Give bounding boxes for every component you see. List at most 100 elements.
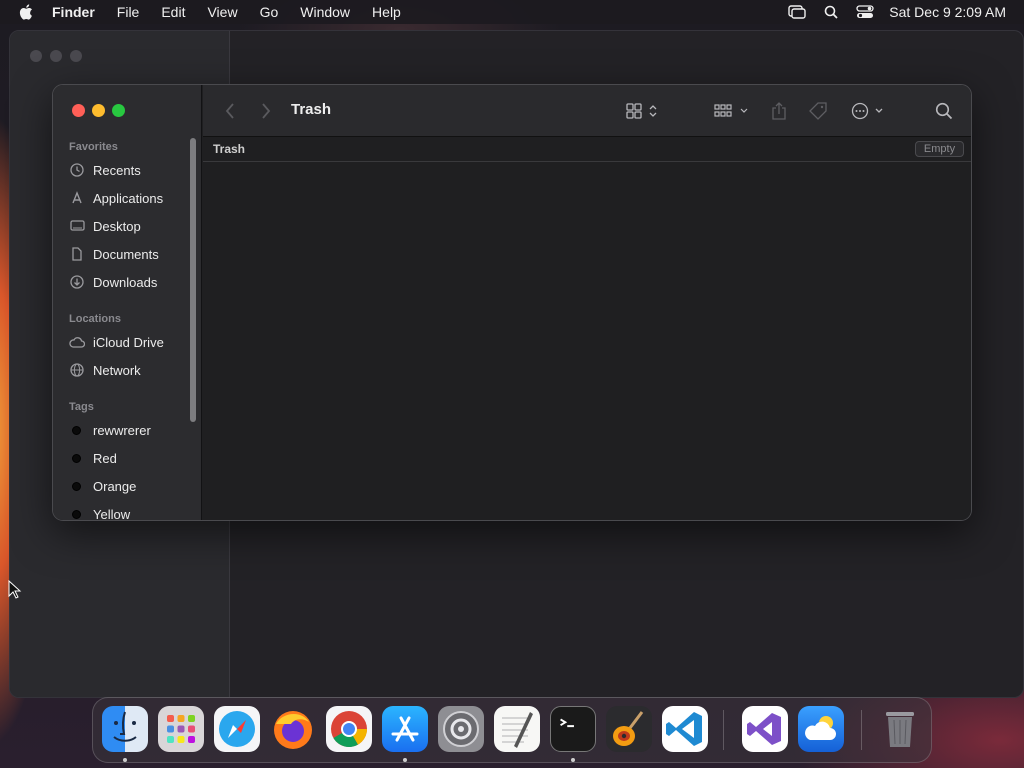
inactive-minimize-button[interactable]: [50, 50, 62, 62]
inactive-zoom-button[interactable]: [70, 50, 82, 62]
dock-separator: [861, 710, 862, 750]
dock-weather-icon[interactable]: [798, 706, 844, 752]
zoom-button[interactable]: [112, 104, 125, 117]
finder-sidebar: Favorites Recents Applications Desktop D…: [53, 85, 202, 520]
dock-vscode-icon[interactable]: [662, 706, 708, 752]
dock-system-settings-icon[interactable]: [438, 706, 484, 752]
dock-textedit-icon[interactable]: [494, 706, 540, 752]
sidebar-item-label: iCloud Drive: [93, 334, 164, 350]
menu-app-finder[interactable]: Finder: [52, 4, 95, 20]
dock-terminal-icon[interactable]: [550, 706, 596, 752]
sidebar-item-tag-orange[interactable]: Orange: [69, 475, 191, 497]
menu-edit[interactable]: Edit: [161, 4, 185, 20]
sidebar-item-label: Desktop: [93, 218, 141, 234]
dock-safari-icon[interactable]: [214, 706, 260, 752]
group-grid-icon: [714, 104, 748, 117]
menu-bar-clock[interactable]: Sat Dec 9 2:09 AM: [889, 4, 1006, 20]
search-button[interactable]: [935, 101, 953, 121]
sidebar-item-label: Red: [93, 450, 117, 466]
inactive-close-button[interactable]: [30, 50, 42, 62]
document-icon: [69, 246, 85, 262]
tag-icon: [809, 102, 827, 120]
running-indicator: [571, 758, 575, 762]
sidebar-item-desktop[interactable]: Desktop: [69, 215, 191, 237]
sidebar-section-locations: Locations: [69, 313, 121, 325]
sidebar-item-tag-red[interactable]: Red: [69, 447, 191, 469]
sidebar-item-label: Network: [93, 362, 141, 378]
group-by-button[interactable]: [713, 101, 751, 121]
sidebar-item-label: Yellow: [93, 506, 131, 521]
sidebar-scrollbar[interactable]: [190, 138, 196, 422]
tag-color-dot: [72, 481, 81, 491]
download-icon: [69, 274, 85, 290]
sidebar-item-recents[interactable]: Recents: [69, 159, 191, 181]
minimize-button[interactable]: [92, 104, 105, 117]
icon-grid-icon: [626, 103, 657, 119]
tag-color-dot: [72, 425, 81, 435]
action-menu-button[interactable]: [851, 101, 887, 121]
sidebar-item-label: Downloads: [93, 274, 158, 290]
window-title: Trash: [291, 101, 332, 118]
sidebar-item-downloads[interactable]: Downloads: [69, 271, 191, 293]
screen-mirroring-icon[interactable]: [787, 4, 807, 20]
sidebar-item-label: Recents: [93, 162, 141, 178]
sidebar-section-tags: Tags: [69, 401, 94, 413]
sidebar-item-label: Orange: [93, 478, 137, 494]
dock-chrome-icon[interactable]: [326, 706, 372, 752]
spotlight-search-icon[interactable]: [821, 4, 841, 20]
dock-separator: [723, 710, 724, 750]
menu-view[interactable]: View: [207, 4, 237, 20]
forward-button[interactable]: [261, 101, 271, 121]
menu-file[interactable]: File: [117, 4, 140, 20]
share-button[interactable]: [771, 101, 787, 121]
running-indicator: [403, 758, 407, 762]
sidebar-item-icloud-drive[interactable]: iCloud Drive: [69, 331, 191, 353]
dock-launchpad-icon[interactable]: [158, 706, 204, 752]
sidebar-item-applications[interactable]: Applications: [69, 187, 191, 209]
finder-toolbar: Trash: [203, 85, 971, 137]
mouse-cursor-icon: [8, 580, 22, 599]
menu-go[interactable]: Go: [260, 4, 279, 20]
apple-logo-icon[interactable]: [18, 3, 36, 21]
sidebar-item-label: Documents: [93, 246, 159, 262]
window-traffic-lights: [72, 104, 132, 117]
dock-firefox-icon[interactable]: [270, 706, 316, 752]
dock-garageband-icon[interactable]: [606, 706, 652, 752]
chevron-right-icon: [262, 103, 271, 119]
tag-color-dot: [72, 453, 81, 463]
ellipsis-circle-icon: [851, 102, 883, 120]
applications-icon: [69, 190, 85, 206]
file-list-area[interactable]: [203, 163, 971, 520]
close-button[interactable]: [72, 104, 85, 117]
path-bar: Trash Empty: [203, 138, 971, 162]
chevron-left-icon: [225, 103, 234, 119]
menu-bar: Finder File Edit View Go Window Help Sat…: [0, 0, 1024, 24]
view-mode-button[interactable]: [625, 101, 661, 121]
share-icon: [772, 102, 786, 120]
sidebar-section-favorites: Favorites: [69, 141, 118, 153]
menu-help[interactable]: Help: [372, 4, 401, 20]
dock-app-store-icon[interactable]: [382, 706, 428, 752]
sidebar-item-label: rewwrerer: [93, 422, 151, 438]
running-indicator: [123, 758, 127, 762]
control-center-icon[interactable]: [855, 4, 875, 20]
sidebar-item-tag-yellow[interactable]: Yellow: [69, 503, 191, 521]
menu-window[interactable]: Window: [300, 4, 350, 20]
empty-trash-button[interactable]: Empty: [915, 141, 964, 157]
dock-trash-icon[interactable]: [877, 706, 923, 752]
cloud-icon: [69, 334, 85, 350]
dock: [92, 697, 932, 763]
clock-icon: [69, 162, 85, 178]
sidebar-item-network[interactable]: Network: [69, 359, 191, 381]
back-button[interactable]: [225, 101, 235, 121]
search-icon: [935, 102, 953, 120]
dock-visual-studio-icon[interactable]: [742, 706, 788, 752]
sidebar-item-documents[interactable]: Documents: [69, 243, 191, 265]
dock-finder-icon[interactable]: [102, 706, 148, 752]
sidebar-item-tag-rewwrerer[interactable]: rewwrerer: [69, 419, 191, 441]
path-label: Trash: [213, 142, 246, 156]
tags-button[interactable]: [809, 101, 827, 121]
network-icon: [69, 362, 85, 378]
sidebar-item-label: Applications: [93, 190, 164, 206]
finder-window: Favorites Recents Applications Desktop D…: [52, 84, 972, 521]
